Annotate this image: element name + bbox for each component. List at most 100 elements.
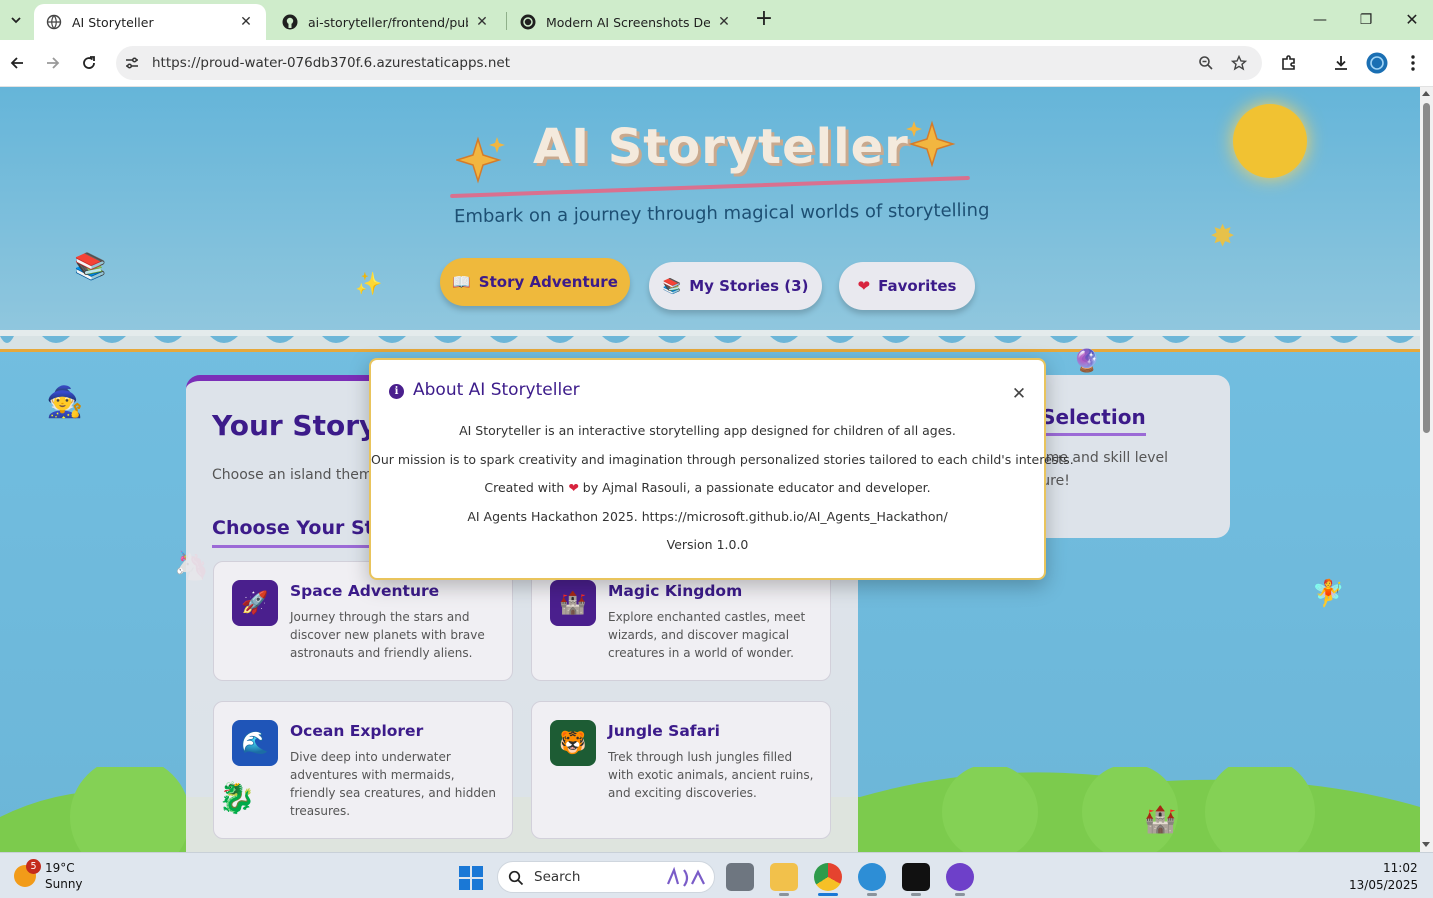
file-explorer-icon[interactable]: [770, 863, 798, 891]
restore-button[interactable]: ❐: [1354, 8, 1378, 32]
theme-description: Trek through lush jungles filled with ex…: [608, 750, 814, 800]
dialog-close-button[interactable]: ✕: [1009, 384, 1029, 404]
tab-close-icon[interactable]: ✕: [474, 14, 490, 30]
theme-name: Magic Kingdom: [608, 582, 743, 600]
github-desktop-icon[interactable]: [946, 863, 974, 891]
search-icon: [508, 870, 524, 886]
clock-date[interactable]: 13/05/2025: [1349, 878, 1418, 892]
scrollbar-thumb[interactable]: [1423, 103, 1430, 433]
theme-name: Ocean Explorer: [290, 722, 424, 740]
scroll-up-icon[interactable]: [1422, 91, 1430, 96]
arrow-right-icon: [47, 57, 60, 69]
menu-button[interactable]: [1401, 51, 1425, 75]
castle-icon: 🏰: [550, 580, 596, 626]
info-icon: i: [389, 384, 404, 399]
profile-button[interactable]: [1365, 51, 1389, 75]
dialog-text-intro: AI Storyteller is an interactive storyte…: [459, 423, 956, 438]
search-highlight-icon: [666, 866, 705, 887]
tab-github[interactable]: ai-storyteller/frontend/public/in ✕: [270, 4, 502, 40]
weather-temperature[interactable]: 19°C: [45, 861, 75, 875]
credits-suffix: by Ajmal Rasouli, a passionate educator …: [582, 480, 931, 495]
weather-badge: 5: [26, 859, 41, 874]
heart-icon: ❤: [568, 480, 579, 495]
address-bar[interactable]: https://proud-water-076db370f.6.azuresta…: [116, 46, 1262, 80]
tab-search-button[interactable]: [4, 8, 28, 32]
reload-button[interactable]: [77, 51, 101, 75]
books-icon: 📚: [74, 252, 107, 282]
windows-start-icon[interactable]: [459, 866, 483, 890]
tab-title: Modern AI Screenshots Design: [546, 14, 710, 30]
writing-app-icon[interactable]: [902, 863, 930, 891]
puzzle-icon: [1282, 55, 1295, 70]
forward-button[interactable]: [41, 51, 65, 75]
extensions-button[interactable]: [1277, 51, 1301, 75]
zoom-icon[interactable]: [1198, 55, 1214, 71]
theme-description: Explore enchanted castles, meet wizards,…: [608, 610, 806, 660]
tab-chatgpt[interactable]: Modern AI Screenshots Design ✕: [508, 4, 744, 40]
books-icon: 📚: [662, 277, 682, 295]
wave-icon: 🌊: [232, 720, 278, 766]
star-icon: ✨: [355, 272, 383, 297]
dialog-title: About AI Storyteller: [413, 380, 580, 400]
theme-name: Space Adventure: [290, 582, 440, 600]
back-button[interactable]: [5, 51, 29, 75]
tab-close-icon[interactable]: ✕: [716, 14, 732, 30]
castle-icon: 🏰: [1144, 805, 1177, 835]
page-scrollbar[interactable]: [1420, 87, 1433, 852]
scallop-border: [0, 330, 1420, 350]
theme-description: Journey through the stars and discover n…: [290, 610, 485, 660]
nav-favorites[interactable]: ❤ Favorites: [839, 262, 975, 310]
rocket-icon: 🚀: [232, 580, 278, 626]
theme-description: Dive deep into underwater adventures wit…: [290, 750, 496, 818]
task-view-icon[interactable]: [726, 863, 754, 891]
taskbar-search[interactable]: Search: [497, 861, 715, 893]
openai-icon: [520, 14, 536, 30]
panel-subtitle: Choose an island them: [212, 467, 373, 483]
more-vertical-icon: [1411, 55, 1415, 71]
site-settings-icon[interactable]: [124, 55, 140, 71]
nav-story-adventure[interactable]: 📖 Story Adventure: [440, 258, 630, 306]
wizard-icon: 🧙: [46, 385, 84, 420]
taskbar-search-label: Search: [534, 869, 581, 885]
app-indicator: [955, 893, 965, 896]
browser-toolbar: https://proud-water-076db370f.6.azuresta…: [0, 40, 1433, 87]
about-dialog: i About AI Storyteller ✕ AI Storyteller …: [369, 358, 1074, 580]
theme-name: Jungle Safari: [608, 722, 720, 740]
heart-icon: ❤: [857, 277, 871, 295]
reload-icon: [83, 56, 95, 69]
minimize-button[interactable]: —: [1308, 8, 1332, 32]
dialog-text-mission: Our mission is to spark creativity and i…: [371, 452, 1074, 467]
dialog-text-credits: Created with ❤ by Ajmal Rasouli, a passi…: [371, 480, 1044, 495]
app-indicator: [911, 893, 921, 896]
tiger-icon: 🐯: [550, 720, 596, 766]
app-indicator-active: [818, 893, 838, 896]
chrome-icon[interactable]: [814, 863, 842, 891]
fairy-icon: 🧚: [1312, 579, 1345, 609]
theme-card-jungle[interactable]: 🐯 Jungle Safari Trek through lush jungle…: [531, 701, 831, 839]
taskbar: 5 19°C Sunny Search 11:02 13/05/2025: [0, 852, 1433, 898]
new-tab-button[interactable]: +: [752, 8, 776, 32]
weather-condition[interactable]: Sunny: [45, 877, 83, 891]
tab-title: ai-storyteller/frontend/public/in: [308, 14, 468, 30]
nav-my-stories[interactable]: 📚 My Stories (3): [649, 262, 822, 310]
tab-ai-storyteller[interactable]: AI Storyteller ✕: [34, 4, 266, 40]
nav-label: Story Adventure: [478, 273, 618, 291]
sparkles-icon: [456, 136, 505, 184]
bookmark-star-icon[interactable]: [1231, 55, 1247, 71]
dragon-icon: 🐉: [218, 781, 256, 816]
tab-close-icon[interactable]: ✕: [238, 14, 254, 30]
close-window-button[interactable]: ✕: [1400, 8, 1424, 32]
theme-card-ocean[interactable]: 🌊 Ocean Explorer Dive deep into underwat…: [213, 701, 513, 839]
scroll-down-icon[interactable]: [1422, 842, 1430, 847]
arrow-left-icon: [10, 57, 23, 69]
tab-title: AI Storyteller: [72, 14, 154, 30]
tab-strip: AI Storyteller ✕ ai-storyteller/frontend…: [0, 0, 1433, 40]
web-page: AI Storyteller Embark on a journey throu…: [0, 87, 1420, 852]
sparkles-icon: [906, 120, 956, 168]
dialog-text-hackathon: AI Agents Hackathon 2025. https://micros…: [467, 509, 948, 524]
edge-icon[interactable]: [858, 863, 886, 891]
app-title: AI Storyteller: [533, 119, 909, 175]
clock-time[interactable]: 11:02: [1383, 861, 1418, 875]
downloads-button[interactable]: [1329, 51, 1353, 75]
header-divider: [0, 349, 1420, 352]
